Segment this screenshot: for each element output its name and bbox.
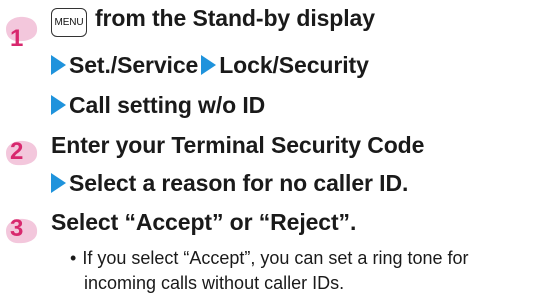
step-1-line-1: MENU from the Stand-by display <box>51 5 375 37</box>
bullet: • <box>70 248 77 268</box>
step-text: Enter your Terminal Security Code <box>51 132 425 158</box>
step-text: from the Stand-by display <box>95 5 375 31</box>
step-text: Select a reason for no caller ID. <box>69 170 409 196</box>
step-1-line-3: Call setting w/o ID <box>51 92 265 119</box>
menu-key-icon: MENU <box>51 8 87 37</box>
menu-path-item: Call setting w/o ID <box>69 92 266 118</box>
note-line-1: • If you select “Accept”, you can set a r… <box>70 248 469 269</box>
step-1-line-2: Set./Service Lock/Security <box>51 52 369 79</box>
step-3-line-1: Select “Accept” or “Reject”. <box>51 209 356 236</box>
step-2-line-2: Select a reason for no caller ID. <box>51 170 408 197</box>
arrow-right-icon <box>51 55 66 75</box>
step-number: 3 <box>10 215 24 242</box>
step-2-line-1: Enter your Terminal Security Code <box>51 132 424 159</box>
menu-path-item: Set./Service <box>69 52 199 78</box>
step-number: 2 <box>10 138 24 165</box>
step-text: Select “Accept” or “Reject”. <box>51 209 357 235</box>
menu-path-item: Lock/Security <box>219 52 369 78</box>
step-number: 1 <box>10 25 24 52</box>
note-line-2: incoming calls without caller IDs. <box>84 273 344 294</box>
arrow-right-icon <box>201 55 217 75</box>
arrow-right-icon <box>51 173 66 193</box>
arrow-right-icon <box>51 95 66 115</box>
note-text: If you select “Accept”, you can set a ri… <box>82 248 469 268</box>
note-text: incoming calls without caller IDs. <box>84 273 345 293</box>
